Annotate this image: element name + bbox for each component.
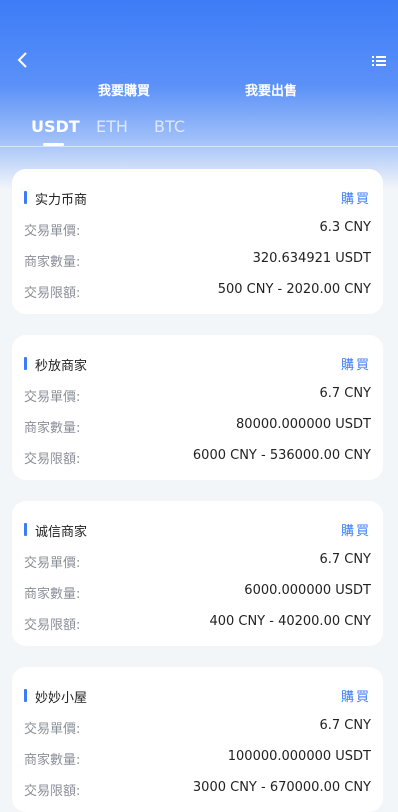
merchant-name: 秒放商家	[35, 359, 88, 374]
list-menu-icon[interactable]	[372, 53, 386, 67]
limit-label: 交易限額:	[24, 452, 81, 467]
buy-button[interactable]: 購買	[341, 686, 371, 705]
quantity-label: 商家數量:	[24, 421, 81, 436]
quantity-label: 商家數量:	[24, 587, 81, 602]
quantity-value: 6000.000000 USDT	[244, 583, 371, 598]
price-label: 交易單價:	[24, 390, 81, 405]
price-label: 交易單價:	[24, 722, 81, 737]
price-value: 6.3 CNY	[319, 220, 371, 235]
quantity-value: 80000.000000 USDT	[236, 417, 371, 432]
quantity-label: 商家數量:	[24, 255, 81, 270]
tab-buy[interactable]: 我要購買	[98, 80, 150, 99]
merchant-name: 实力币商	[35, 193, 88, 208]
price-value: 6.7 CNY	[319, 718, 371, 733]
merchant-card: 诚信商家 購買 交易單價: 6.7 CNY 商家數量: 6000.000000 …	[12, 501, 383, 646]
quantity-value: 320.634921 USDT	[252, 251, 371, 266]
tab-divider	[0, 146, 398, 147]
limit-value: 3000 CNY - 670000.00 CNY	[192, 780, 371, 795]
merchant-card: 妙妙小屋 購買 交易單價: 6.7 CNY 商家數量: 100000.00000…	[12, 667, 383, 812]
back-arrow-icon[interactable]	[14, 50, 34, 70]
tab-eth[interactable]: ETH	[96, 117, 128, 136]
tab-btc[interactable]: BTC	[154, 117, 185, 136]
quantity-label: 商家數量:	[24, 753, 81, 768]
buy-button[interactable]: 購買	[341, 354, 371, 373]
merchant-card: 实力币商 購買 交易單價: 6.3 CNY 商家數量: 320.634921 U…	[12, 169, 383, 314]
accent-bar	[24, 689, 27, 702]
limit-label: 交易限額:	[24, 286, 81, 301]
price-value: 6.7 CNY	[319, 552, 371, 567]
accent-bar	[24, 191, 27, 204]
merchant-name: 诚信商家	[35, 525, 88, 540]
header: 我要購買 我要出售 USDT ETH BTC	[0, 0, 398, 190]
limit-label: 交易限額:	[24, 618, 81, 633]
price-label: 交易單價:	[24, 556, 81, 571]
tab-usdt[interactable]: USDT	[31, 117, 80, 136]
price-value: 6.7 CNY	[319, 386, 371, 401]
price-label: 交易單價:	[24, 224, 81, 239]
accent-bar	[24, 357, 27, 370]
tab-sell[interactable]: 我要出售	[245, 80, 297, 99]
limit-value: 400 CNY - 40200.00 CNY	[209, 614, 371, 629]
merchant-card: 秒放商家 購買 交易單價: 6.7 CNY 商家數量: 80000.000000…	[12, 335, 383, 480]
quantity-value: 100000.000000 USDT	[227, 749, 371, 764]
accent-bar	[24, 523, 27, 536]
buy-button[interactable]: 購買	[341, 520, 371, 539]
limit-label: 交易限額:	[24, 784, 81, 799]
merchant-name: 妙妙小屋	[35, 691, 88, 706]
limit-value: 500 CNY - 2020.00 CNY	[217, 282, 371, 297]
limit-value: 6000 CNY - 536000.00 CNY	[192, 448, 371, 463]
buy-button[interactable]: 購買	[341, 188, 371, 207]
